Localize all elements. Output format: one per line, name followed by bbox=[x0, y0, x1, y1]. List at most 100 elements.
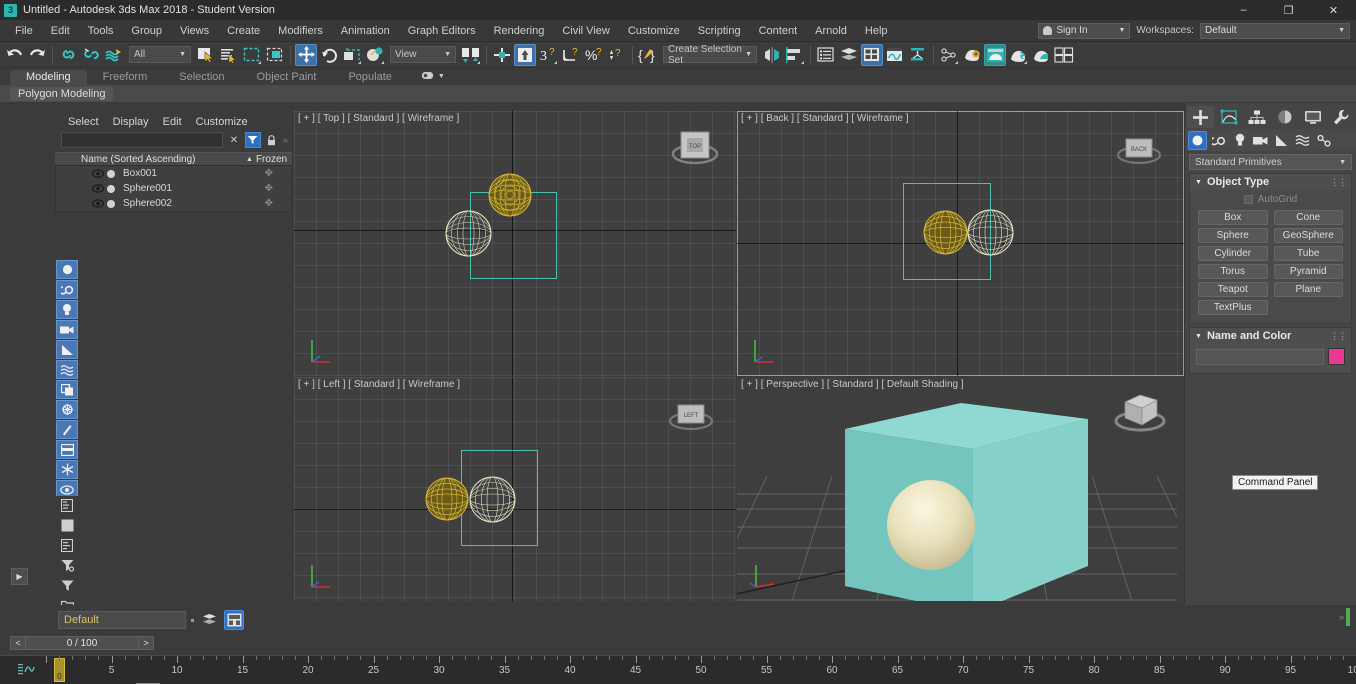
geometry-category-icon[interactable] bbox=[1188, 130, 1207, 150]
use-center-icon[interactable] bbox=[491, 44, 513, 66]
select-and-place-icon[interactable] bbox=[364, 44, 386, 66]
tube-button[interactable]: Tube bbox=[1273, 246, 1343, 261]
textplus-button[interactable]: TextPlus bbox=[1198, 300, 1268, 315]
object-name-input[interactable] bbox=[1196, 348, 1324, 365]
explorer-menu-customize[interactable]: Customize bbox=[189, 115, 255, 129]
display-thumbnails-icon[interactable] bbox=[56, 516, 78, 535]
time-slider-playhead[interactable]: 0 bbox=[54, 658, 65, 682]
select-and-rotate-icon[interactable] bbox=[318, 44, 340, 66]
collapse-explorer-icon[interactable]: » bbox=[283, 135, 288, 145]
close-button[interactable]: ✕ bbox=[1311, 0, 1356, 20]
chevron-down-icon[interactable]: ▼ bbox=[438, 73, 445, 80]
viewport-label-perspective[interactable]: [ + ] [ Perspective ] [ Standard ] [ Def… bbox=[741, 379, 964, 390]
render-setup-icon[interactable] bbox=[961, 44, 983, 66]
shapes-category-icon[interactable] bbox=[1209, 131, 1228, 150]
utilities-tab[interactable] bbox=[1327, 106, 1354, 128]
autogrid-row[interactable]: AutoGrid bbox=[1198, 194, 1343, 205]
ribbon-display-icon[interactable] bbox=[421, 67, 435, 85]
next-frame-button[interactable]: > bbox=[138, 636, 154, 650]
display-properties-icon[interactable] bbox=[56, 536, 78, 555]
viewport-left[interactable]: [ + ] [ Left ] [ Standard ] [ Wireframe … bbox=[294, 377, 736, 601]
systems-category-icon[interactable] bbox=[1314, 131, 1333, 150]
cylinder-button[interactable]: Cylinder bbox=[1198, 246, 1268, 261]
create-tab[interactable] bbox=[1187, 106, 1214, 128]
helpers-filter-icon[interactable] bbox=[56, 340, 78, 359]
menu-file[interactable]: File bbox=[6, 22, 42, 40]
ribbon-tab-freeform[interactable]: Freeform bbox=[87, 70, 164, 85]
object-type-rollout-header[interactable]: ▼ Object Type ⋮⋮ bbox=[1190, 174, 1351, 190]
reference-coordinate-dropdown[interactable]: View ▼ bbox=[390, 46, 456, 63]
edit-named-selection-sets-icon[interactable]: {} bbox=[637, 44, 659, 66]
lights-filter-icon[interactable] bbox=[56, 300, 78, 319]
rectangular-selection-region-icon[interactable] bbox=[241, 44, 263, 66]
expand-sidebar-button[interactable]: ▶ bbox=[11, 568, 28, 585]
lights-category-icon[interactable] bbox=[1230, 131, 1249, 150]
sphere-mesh[interactable] bbox=[885, 480, 977, 574]
current-frame-field[interactable]: 0 / 100 bbox=[26, 636, 138, 650]
select-and-link-icon[interactable] bbox=[57, 44, 79, 66]
select-by-name-icon[interactable] bbox=[218, 44, 240, 66]
search-input[interactable] bbox=[61, 132, 223, 148]
window-crossing-icon[interactable] bbox=[264, 44, 286, 66]
menu-create[interactable]: Create bbox=[218, 22, 269, 40]
sphere-button[interactable]: Sphere bbox=[1198, 228, 1268, 243]
helpers-category-icon[interactable] bbox=[1272, 131, 1291, 150]
layer-dropdown[interactable]: Default bbox=[58, 611, 186, 629]
cameras-filter-icon[interactable] bbox=[56, 320, 78, 339]
frozen-toggle-icon[interactable]: ✥ bbox=[265, 168, 273, 179]
menu-modifiers[interactable]: Modifiers bbox=[269, 22, 332, 40]
column-header-name[interactable]: Name (Sorted Ascending) bbox=[55, 154, 246, 165]
sign-in-button[interactable]: Sign In ▼ bbox=[1038, 22, 1131, 39]
explorer-menu-select[interactable]: Select bbox=[61, 115, 106, 129]
curve-editor-icon[interactable] bbox=[884, 44, 906, 66]
ribbon-tab-populate[interactable]: Populate bbox=[332, 70, 407, 85]
menu-scripting[interactable]: Scripting bbox=[689, 22, 750, 40]
material-editor-icon[interactable] bbox=[861, 43, 883, 66]
viewport-label-left[interactable]: [ + ] [ Left ] [ Standard ] [ Wireframe … bbox=[298, 379, 460, 390]
visibility-eye-icon[interactable] bbox=[91, 184, 105, 193]
space-warps-filter-icon[interactable] bbox=[56, 360, 78, 379]
modify-tab[interactable] bbox=[1215, 106, 1242, 128]
selection-filter-dropdown[interactable]: All ▼ bbox=[129, 46, 191, 63]
menu-group[interactable]: Group bbox=[122, 22, 171, 40]
view-cube-perspective[interactable] bbox=[1110, 385, 1170, 439]
manage-layers-icon[interactable] bbox=[224, 610, 244, 630]
expand-indicator-icon[interactable]: » bbox=[1339, 612, 1344, 622]
viewport-top[interactable]: [ + ] [ Top ] [ Standard ] [ Wireframe ] bbox=[294, 111, 736, 376]
xrefs-filter-icon[interactable] bbox=[56, 400, 78, 419]
subcategory-dropdown[interactable]: Standard Primitives ▼ bbox=[1189, 154, 1352, 170]
filter-toggle-icon[interactable] bbox=[56, 576, 78, 595]
ribbon-tab-selection[interactable]: Selection bbox=[163, 70, 240, 85]
mirror-icon[interactable] bbox=[761, 44, 783, 66]
minimize-button[interactable]: – bbox=[1221, 0, 1266, 20]
visibility-eye-icon[interactable] bbox=[91, 169, 105, 178]
advanced-filter-icon[interactable] bbox=[56, 556, 78, 575]
select-and-scale-icon[interactable] bbox=[341, 44, 363, 66]
workspace-dropdown[interactable]: Default ▼ bbox=[1200, 22, 1350, 39]
use-pivot-point-center-icon[interactable] bbox=[460, 44, 482, 66]
view-cube-top[interactable]: TOP bbox=[668, 121, 722, 171]
active-shade-icon[interactable] bbox=[1030, 44, 1052, 66]
geometry-filter-icon[interactable] bbox=[56, 260, 78, 279]
key-filters-icon[interactable] bbox=[18, 663, 35, 679]
scene-object-row[interactable]: Sphere001 ✥ bbox=[56, 181, 291, 196]
view-cube-back[interactable]: BACK bbox=[1112, 125, 1166, 175]
select-and-move-icon[interactable] bbox=[295, 43, 317, 66]
menu-customize[interactable]: Customize bbox=[619, 22, 689, 40]
motion-tab[interactable] bbox=[1271, 106, 1298, 128]
geosphere-button[interactable]: GeoSphere bbox=[1273, 228, 1343, 243]
menu-content[interactable]: Content bbox=[750, 22, 807, 40]
cone-button[interactable]: Cone bbox=[1273, 210, 1343, 225]
bind-to-space-warp-icon[interactable] bbox=[103, 44, 125, 66]
menu-edit[interactable]: Edit bbox=[42, 22, 79, 40]
ribbon-tab-modeling[interactable]: Modeling bbox=[10, 70, 87, 85]
ribbon-subtab-polygon-modeling[interactable]: Polygon Modeling bbox=[10, 86, 114, 101]
shapes-filter-icon[interactable] bbox=[56, 280, 78, 299]
select-and-manipulate-icon[interactable] bbox=[514, 43, 536, 66]
spinner-snap-toggle-icon[interactable]: ? bbox=[606, 44, 628, 66]
menu-arnold[interactable]: Arnold bbox=[806, 22, 856, 40]
maximize-button[interactable]: ❐ bbox=[1266, 0, 1311, 20]
name-and-color-rollout-header[interactable]: ▼ Name and Color ⋮⋮ bbox=[1190, 328, 1351, 344]
viewport-label-back[interactable]: [ + ] [ Back ] [ Standard ] [ Wireframe … bbox=[741, 113, 909, 124]
align-icon[interactable] bbox=[784, 44, 806, 66]
